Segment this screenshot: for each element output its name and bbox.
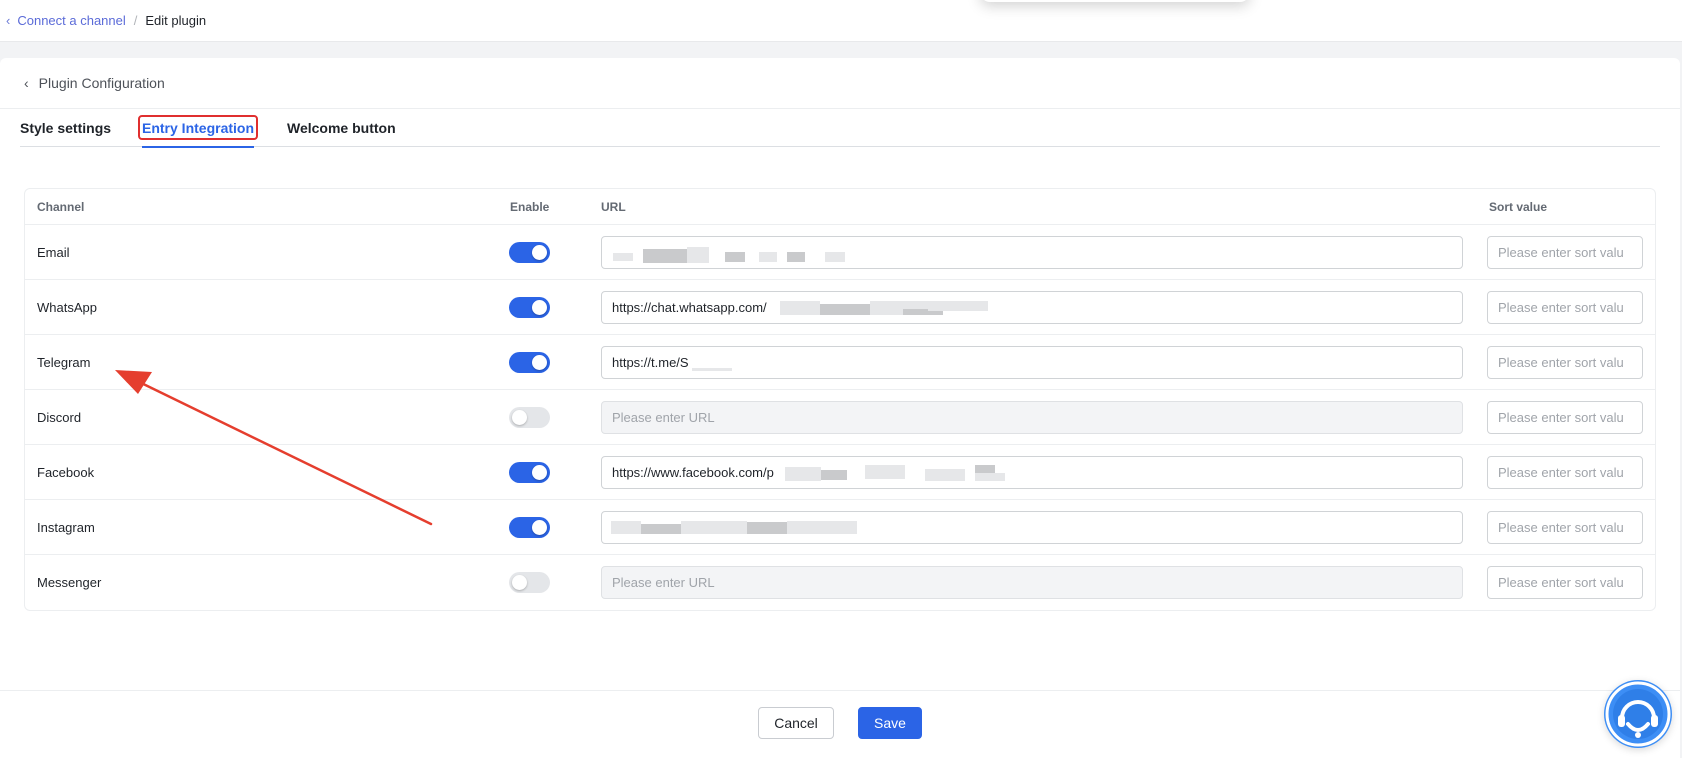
save-button[interactable]: Save — [858, 707, 922, 739]
toggle-knob — [512, 410, 527, 425]
breadcrumb-connect-channel[interactable]: Connect a channel — [17, 13, 125, 28]
enable-toggle-whatsapp[interactable] — [509, 297, 550, 318]
column-header-sort-value: Sort value — [1489, 200, 1548, 214]
column-header-channel: Channel — [37, 200, 85, 214]
sort-input-telegram[interactable] — [1487, 346, 1643, 379]
toggle-knob — [532, 300, 547, 315]
card-header: ‹ Plugin Configuration — [0, 58, 1680, 109]
enable-toggle-instagram[interactable] — [509, 517, 550, 538]
column-header-enable: Enable — [510, 200, 550, 214]
channel-table: Channel Enable URL Sort value Email What… — [24, 188, 1656, 611]
table-row-discord: Discord — [25, 390, 1655, 445]
enable-toggle-telegram[interactable] — [509, 352, 550, 373]
channel-name: Email — [37, 245, 70, 260]
table-header: Channel Enable URL Sort value — [25, 189, 1655, 225]
breadcrumb-separator: / — [133, 13, 138, 28]
plugin-config-card: ‹ Plugin Configuration Style settings En… — [0, 58, 1680, 758]
toggle-knob — [532, 520, 547, 535]
toggle-knob — [532, 245, 547, 260]
url-input-telegram[interactable] — [601, 346, 1463, 379]
chevron-left-icon[interactable]: ‹ — [6, 13, 10, 28]
page-title: Plugin Configuration — [38, 75, 165, 91]
tab-entry-integration-label: Entry Integration — [142, 120, 255, 136]
url-input-facebook[interactable] — [601, 456, 1463, 489]
table-row-facebook: Facebook — [25, 445, 1655, 500]
sort-input-discord[interactable] — [1487, 401, 1643, 434]
floating-popup-edge — [980, 0, 1250, 2]
cancel-button[interactable]: Cancel — [758, 707, 834, 739]
column-header-url: URL — [601, 200, 626, 214]
enable-toggle-messenger[interactable] — [509, 572, 550, 593]
url-input-whatsapp[interactable] — [601, 291, 1463, 324]
toggle-knob — [512, 575, 527, 590]
url-input-messenger[interactable] — [601, 566, 1463, 599]
table-row-telegram: Telegram — [25, 335, 1655, 390]
enable-toggle-discord[interactable] — [509, 407, 550, 428]
enable-toggle-email[interactable] — [509, 242, 550, 263]
form-footer: Cancel Save — [0, 690, 1680, 758]
sort-input-email[interactable] — [1487, 236, 1643, 269]
breadcrumb-current: Edit plugin — [145, 13, 207, 28]
sort-input-whatsapp[interactable] — [1487, 291, 1643, 324]
table-row-email: Email — [25, 225, 1655, 280]
enable-toggle-facebook[interactable] — [509, 462, 550, 483]
sort-input-instagram[interactable] — [1487, 511, 1643, 544]
support-chat-button[interactable] — [1604, 680, 1672, 748]
channel-name: Facebook — [37, 465, 95, 480]
tab-style-settings[interactable]: Style settings — [20, 109, 111, 147]
channel-name: Messenger — [37, 575, 102, 590]
toggle-knob — [532, 465, 547, 480]
url-input-email[interactable] — [601, 236, 1463, 269]
channel-name: Discord — [37, 410, 82, 425]
table-row-messenger: Messenger — [25, 555, 1655, 610]
sort-input-facebook[interactable] — [1487, 456, 1643, 489]
headset-support-icon — [1605, 681, 1671, 747]
tab-bar: Style settings Entry Integration Welcome… — [20, 109, 1660, 148]
back-chevron-icon[interactable]: ‹ — [24, 75, 29, 91]
toggle-knob — [532, 355, 547, 370]
channel-name: Instagram — [37, 520, 95, 535]
channel-name: WhatsApp — [37, 300, 97, 315]
tab-welcome-button[interactable]: Welcome button — [287, 109, 396, 147]
table-row-whatsapp: WhatsApp — [25, 280, 1655, 335]
table-row-instagram: Instagram — [25, 500, 1655, 555]
channel-name: Telegram — [37, 355, 91, 370]
url-input-discord[interactable] — [601, 401, 1463, 434]
url-input-instagram[interactable] — [601, 511, 1463, 544]
sort-input-messenger[interactable] — [1487, 566, 1643, 599]
tab-entry-integration[interactable]: Entry Integration — [138, 109, 259, 148]
top-bar: ‹ Connect a channel / Edit plugin — [0, 0, 1682, 42]
